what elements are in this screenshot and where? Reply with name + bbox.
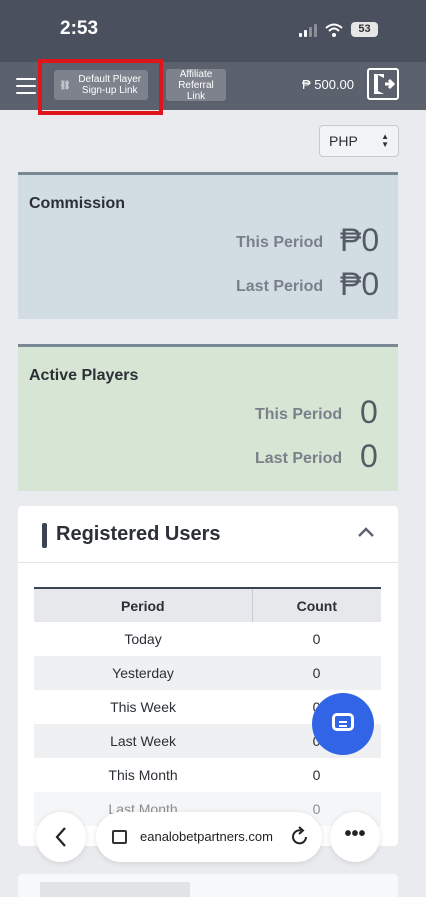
commission-card: Commission This Period ₱0 Last Period ₱0 xyxy=(18,172,398,319)
period-cell: This Month xyxy=(108,767,178,783)
chevron-left-icon xyxy=(55,827,66,847)
players-this-period-label: This Period xyxy=(255,406,343,423)
chevron-up-icon[interactable] xyxy=(358,526,374,538)
chat-button[interactable] xyxy=(312,693,374,755)
status-bar: 2:53 53 xyxy=(0,0,426,62)
chat-icon xyxy=(332,713,354,731)
select-arrows-icon: ▲ ▼ xyxy=(381,132,389,149)
battery-indicator: 53 xyxy=(351,22,378,37)
wallet-balance: ₱ 500.00 xyxy=(301,77,354,92)
commission-this-period-label: This Period xyxy=(236,234,324,251)
link-icon: ⛓ xyxy=(59,79,71,90)
default-player-signup-link-button[interactable]: ⛓ Default Player Sign-up Link xyxy=(54,70,148,100)
players-this-period-value: 0 xyxy=(360,394,378,430)
default-player-signup-link-label: Default Player Sign-up Link xyxy=(78,74,142,96)
count-cell: 0 xyxy=(252,656,381,690)
registered-users-card: Registered Users Period Count Today 0 Ye… xyxy=(18,506,398,846)
commission-title: Commission xyxy=(29,195,126,212)
logout-button[interactable] xyxy=(367,68,399,100)
status-icons: 53 xyxy=(299,22,378,37)
ellipsis-icon: ••• xyxy=(344,823,366,845)
next-section-card xyxy=(18,874,398,897)
table-row: Today 0 xyxy=(34,622,381,656)
table-row: Yesterday 0 xyxy=(34,656,381,690)
registered-users-title: Registered Users xyxy=(56,523,221,545)
back-button[interactable] xyxy=(36,812,86,862)
period-cell: Last Week xyxy=(34,724,253,758)
column-header-count: Count xyxy=(251,587,381,622)
table-row: This Month 0 xyxy=(34,758,381,792)
divider xyxy=(18,562,398,563)
players-last-period-label: Last Period xyxy=(255,450,343,467)
count-cell: 0 xyxy=(312,631,321,647)
period-cell: Yesterday xyxy=(34,656,253,690)
commission-this-period-value: ₱0 xyxy=(340,222,380,258)
currency-selected-value: PHP xyxy=(329,133,358,149)
browser-toolbar: eanalobetpartners.com ••• xyxy=(0,808,426,868)
status-time: 2:53 xyxy=(60,18,99,39)
next-section-title-placeholder xyxy=(40,882,190,897)
hamburger-icon[interactable] xyxy=(16,78,36,94)
logout-icon xyxy=(374,74,396,94)
period-cell: This Week xyxy=(110,699,176,715)
wifi-icon xyxy=(325,23,343,37)
affiliate-referral-link-label: Affiliate Referral Link xyxy=(178,68,214,102)
url-text: eanalobetpartners.com xyxy=(140,829,273,844)
address-bar[interactable]: eanalobetpartners.com xyxy=(96,812,322,862)
active-players-title: Active Players xyxy=(29,367,139,384)
more-options-button[interactable]: ••• xyxy=(330,812,380,862)
period-cell: Today xyxy=(124,631,162,647)
reload-icon[interactable] xyxy=(290,825,310,847)
active-players-card: Active Players This Period 0 Last Period… xyxy=(18,344,398,491)
section-accent-bar xyxy=(42,523,47,548)
count-cell: 0 xyxy=(312,767,321,783)
column-header-period: Period xyxy=(34,587,253,622)
commission-last-period-value: ₱0 xyxy=(340,266,380,302)
players-last-period-value: 0 xyxy=(360,438,378,474)
signal-icon xyxy=(299,23,317,37)
affiliate-referral-link-button[interactable]: Affiliate Referral Link xyxy=(166,68,226,102)
currency-select[interactable]: PHP ▲ ▼ xyxy=(319,125,399,157)
tabs-icon[interactable] xyxy=(112,830,127,844)
commission-last-period-label: Last Period xyxy=(236,278,324,295)
